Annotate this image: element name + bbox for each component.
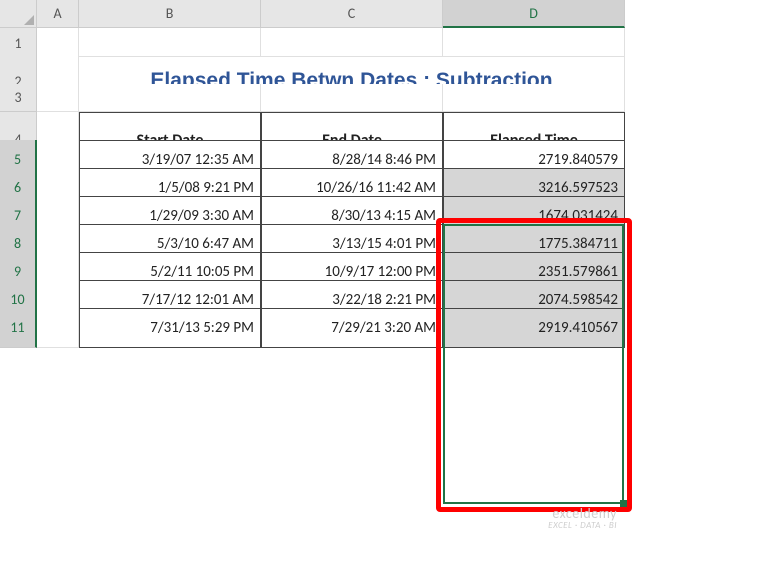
cell-C3[interactable]	[261, 84, 443, 112]
watermark-line1: exceldemy	[548, 506, 617, 521]
col-header-C[interactable]: C	[261, 0, 443, 28]
cell-A1[interactable]	[37, 28, 79, 59]
cell-C1[interactable]	[261, 28, 443, 59]
watermark-line2: EXCEL · DATA · BI	[548, 521, 617, 531]
row-header-1[interactable]: 1	[0, 28, 37, 59]
select-all-corner[interactable]	[0, 0, 37, 28]
col-header-B[interactable]: B	[79, 0, 261, 28]
selection-fill-handle[interactable]	[620, 500, 627, 507]
cell-B1[interactable]	[79, 28, 261, 59]
cell-A11[interactable]	[37, 308, 79, 348]
col-header-D[interactable]: D	[443, 0, 625, 28]
cell-B11[interactable]: 7/31/13 5:29 PM	[79, 308, 261, 348]
cell-B3[interactable]	[79, 84, 261, 112]
cell-C11[interactable]: 7/29/21 3:20 AM	[261, 308, 443, 348]
spreadsheet-grid: A B C D 1 2 Elapsed Time Betwn Dates : S…	[0, 0, 767, 336]
row-header-3[interactable]: 3	[0, 84, 37, 112]
cell-D11[interactable]: 2919.410567	[443, 308, 625, 348]
cell-D1[interactable]	[443, 28, 625, 59]
cell-A3[interactable]	[37, 84, 79, 112]
cell-D3[interactable]	[443, 84, 625, 112]
row-header-11[interactable]: 11	[0, 308, 37, 348]
col-header-A[interactable]: A	[37, 0, 79, 28]
watermark: exceldemy EXCEL · DATA · BI	[548, 506, 617, 531]
